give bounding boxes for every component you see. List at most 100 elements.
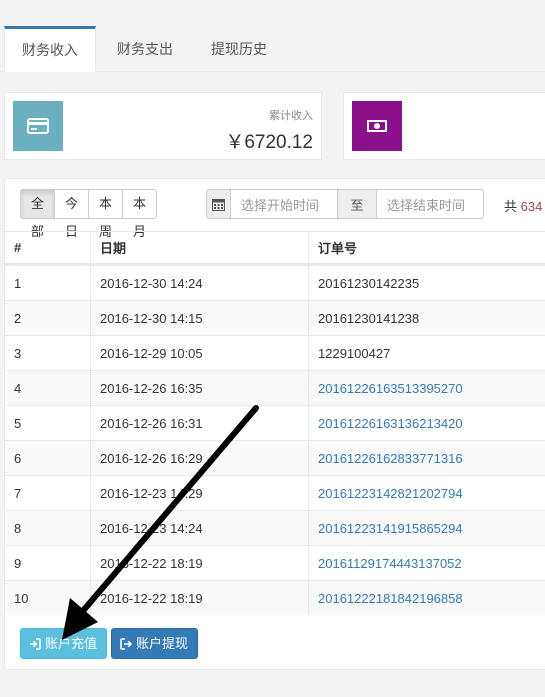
row-order-number: 20161129174443137052 bbox=[308, 546, 545, 580]
row-order-number: 20161226162833771316 bbox=[308, 441, 545, 475]
table-row: 8 2016-12-23 14:24 20161223141915865294 bbox=[5, 510, 545, 545]
column-header-number: # bbox=[14, 240, 22, 255]
row-date: 2016-12-29 10:05 bbox=[90, 336, 308, 370]
range-week-button[interactable]: 本周 bbox=[88, 189, 124, 239]
row-number-text: 10 bbox=[14, 590, 29, 606]
table-row: 1 2016-12-30 14:24 20161230142235 bbox=[5, 265, 545, 300]
range-all-button[interactable]: 全部 bbox=[20, 189, 56, 239]
income-table: # 日期 订单号 1 2016-12-30 14:24 20161230142235… bbox=[5, 231, 545, 615]
table-row: 7 2016-12-23 14:29 20161223142821202794 bbox=[5, 475, 545, 510]
table-header: # 日期 订单号 bbox=[5, 231, 545, 265]
table-row: 2 2016-12-30 14:15 20161230141238 bbox=[5, 300, 545, 335]
row-order-number: 20161223141915865294 bbox=[308, 511, 545, 545]
withdraw-button[interactable]: 账户提现 bbox=[111, 628, 199, 659]
row-date-text: 2016-12-22 18:19 bbox=[100, 590, 203, 606]
tab-label: 财务支出 bbox=[117, 41, 173, 57]
row-date-text: 2016-12-22 18:19 bbox=[100, 555, 203, 571]
row-order-number: 1229100427 bbox=[308, 336, 545, 370]
money-icon bbox=[352, 101, 402, 151]
table-row: 5 2016-12-26 16:31 20161226163136213420 bbox=[5, 405, 545, 440]
end-date-input[interactable]: 选择结束时间 bbox=[376, 189, 484, 219]
tab-label: 财务收入 bbox=[22, 42, 78, 58]
order-link[interactable]: 20161223142821202794 bbox=[318, 486, 463, 501]
table-row: 10 2016-12-22 18:19 20161222181842196858 bbox=[5, 580, 545, 615]
row-order-number: 20161230142235 bbox=[308, 266, 545, 300]
row-date: 2016-12-23 14:29 bbox=[90, 476, 308, 510]
tab-finance-expense[interactable]: 财务支出 bbox=[102, 26, 188, 72]
total-number: 634 bbox=[520, 199, 543, 214]
action-buttons: 账户充值 账户提现 bbox=[20, 628, 199, 659]
row-date-text: 2016-12-26 16:31 bbox=[100, 415, 203, 431]
order-link[interactable]: 20161226163513395270 bbox=[318, 381, 463, 396]
row-number: 5 bbox=[5, 406, 90, 440]
row-date: 2016-12-26 16:31 bbox=[90, 406, 308, 440]
row-number: 10 bbox=[5, 581, 90, 615]
row-number: 8 bbox=[5, 511, 90, 545]
row-date: 2016-12-26 16:29 bbox=[90, 441, 308, 475]
sign-in-icon bbox=[30, 637, 41, 650]
row-date: 2016-12-22 18:19 bbox=[90, 581, 308, 615]
row-number: 6 bbox=[5, 441, 90, 475]
stat-secondary bbox=[343, 92, 545, 160]
row-date-text: 2016-12-23 14:29 bbox=[100, 485, 203, 501]
start-date-input[interactable]: 选择开始时间 bbox=[230, 189, 338, 219]
row-number-text: 4 bbox=[14, 380, 22, 396]
order-link[interactable]: 20161226163136213420 bbox=[318, 416, 463, 431]
row-order-number-text: 1229100427 bbox=[318, 345, 391, 361]
range-month-button[interactable]: 本月 bbox=[122, 189, 158, 239]
tab-finance-income[interactable]: 财务收入 bbox=[4, 26, 96, 72]
order-link[interactable]: 20161222181842196858 bbox=[318, 591, 463, 606]
total-prefix: 共 bbox=[504, 199, 518, 214]
row-number: 2 bbox=[5, 301, 90, 335]
row-order-number: 20161230141238 bbox=[308, 301, 545, 335]
row-number-text: 6 bbox=[14, 450, 22, 466]
order-link[interactable]: 20161226162833771316 bbox=[318, 451, 463, 466]
row-date-text: 2016-12-26 16:29 bbox=[100, 450, 203, 466]
row-number-text: 7 bbox=[14, 485, 22, 501]
range-today-button[interactable]: 今日 bbox=[54, 189, 90, 239]
calendar-icon bbox=[206, 189, 231, 219]
row-date: 2016-12-26 16:35 bbox=[90, 371, 308, 405]
column-header-date: 日期 bbox=[90, 232, 308, 263]
range-button-group: 全部 今日 本周 本月 bbox=[20, 189, 158, 239]
row-number: 9 bbox=[5, 546, 90, 580]
recharge-button[interactable]: 账户充值 bbox=[20, 628, 108, 659]
row-number: 3 bbox=[5, 336, 90, 370]
tab-withdraw-history[interactable]: 提现历史 bbox=[196, 26, 282, 72]
stat-value: ￥6720.12 bbox=[225, 132, 313, 153]
row-date-text: 2016-12-23 14:24 bbox=[100, 520, 203, 536]
order-link[interactable]: 20161129174443137052 bbox=[318, 556, 462, 571]
stat-label: 累计收入 bbox=[269, 110, 313, 122]
withdraw-label: 账户提现 bbox=[136, 636, 189, 651]
row-number-text: 2 bbox=[14, 310, 22, 326]
row-number-text: 8 bbox=[14, 520, 22, 536]
row-date: 2016-12-22 18:19 bbox=[90, 546, 308, 580]
order-link[interactable]: 20161223141915865294 bbox=[318, 521, 463, 536]
table-row: 9 2016-12-22 18:19 20161129174443137052 bbox=[5, 545, 545, 580]
row-order-number: 20161226163136213420 bbox=[308, 406, 545, 440]
row-order-number: 20161223142821202794 bbox=[308, 476, 545, 510]
total-count: 共 634 bbox=[504, 196, 542, 215]
row-number: 7 bbox=[5, 476, 90, 510]
income-panel: 全部 今日 本周 本月 选择开始时间 至 选择结束时间 共 634 # 日期 订… bbox=[4, 178, 545, 670]
row-date: 2016-12-23 14:24 bbox=[90, 511, 308, 545]
credit-card-icon bbox=[13, 101, 63, 151]
date-range-picker: 选择开始时间 至 选择结束时间 bbox=[206, 189, 484, 219]
sign-out-icon bbox=[120, 637, 133, 650]
row-date-text: 2016-12-26 16:35 bbox=[100, 380, 203, 396]
row-number: 4 bbox=[5, 371, 90, 405]
row-number-text: 1 bbox=[14, 275, 22, 291]
row-date-text: 2016-12-30 14:24 bbox=[100, 275, 203, 291]
row-date-text: 2016-12-30 14:15 bbox=[100, 310, 203, 326]
table-row: 6 2016-12-26 16:29 20161226162833771316 bbox=[5, 440, 545, 475]
stat-total-income: 累计收入 ￥6720.12 bbox=[4, 92, 322, 160]
tab-bar: 财务收入 财务支出 提现历史 bbox=[0, 0, 545, 72]
column-header-order: 订单号 bbox=[308, 232, 545, 263]
row-date: 2016-12-30 14:15 bbox=[90, 301, 308, 335]
table-row: 4 2016-12-26 16:35 20161226163513395270 bbox=[5, 370, 545, 405]
row-order-number-text: 20161230141238 bbox=[318, 310, 420, 326]
row-date-text: 2016-12-29 10:05 bbox=[100, 345, 203, 361]
recharge-label: 账户充值 bbox=[45, 636, 98, 651]
date-separator: 至 bbox=[337, 189, 377, 219]
row-order-number: 20161226163513395270 bbox=[308, 371, 545, 405]
